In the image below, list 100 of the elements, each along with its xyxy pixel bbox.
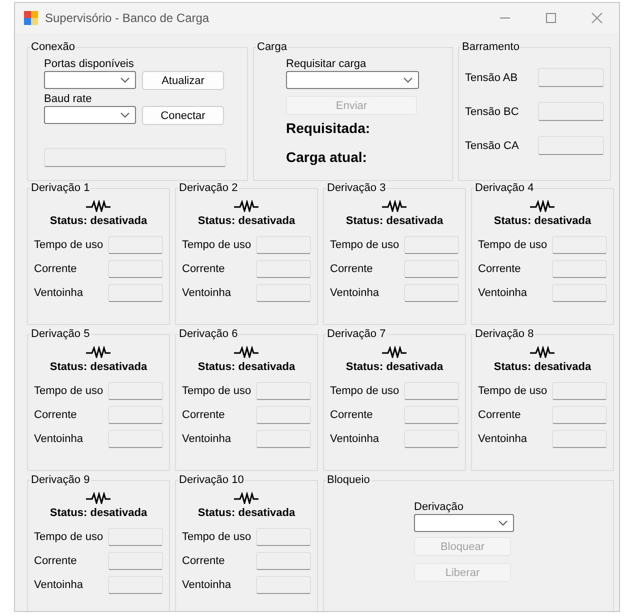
caret-icon [120, 77, 130, 83]
field-label: Tempo de uso [330, 239, 400, 251]
baud-rate-dropdown[interactable] [44, 106, 136, 124]
value-field [552, 260, 607, 278]
value-field [256, 284, 311, 302]
maximize-icon[interactable] [545, 12, 557, 24]
group-title: Conexão [30, 41, 76, 53]
resistor-icon [530, 346, 556, 358]
voltage-label: Tensão CA [465, 140, 519, 152]
value-field [256, 528, 311, 546]
refresh-button[interactable]: Atualizar [142, 71, 224, 90]
status-label: Status: desativada [198, 361, 296, 373]
resistor-icon [86, 200, 112, 212]
value-field [552, 406, 607, 424]
field-label: Requisitar carga [286, 58, 368, 71]
status-label: Status: desativada [346, 215, 444, 227]
group-title: Bloqueio [326, 474, 371, 486]
group-title: Derivação 4 [474, 182, 535, 194]
field-label: Corrente [34, 555, 77, 567]
status-label: Status: desativada [50, 361, 148, 373]
status-label: Status: desativada [50, 507, 148, 519]
value-field [256, 406, 311, 424]
group-title: Derivação 6 [178, 328, 239, 340]
voltage-label: Tensão AB [465, 72, 518, 84]
value-field [404, 430, 459, 448]
group-title: Carga [256, 41, 288, 53]
field-label: Ventoinha [330, 433, 379, 445]
group-title: Derivação 7 [326, 328, 387, 340]
voltage-field [538, 102, 604, 121]
field-label: Tempo de uso [478, 239, 548, 251]
value-field [404, 284, 459, 302]
value-field [404, 406, 459, 424]
field-label: Tempo de uso [34, 385, 104, 397]
caret-icon [403, 77, 413, 83]
requested-label: Requisitada: [286, 120, 372, 137]
field-label: Corrente [330, 409, 373, 421]
field-label: Tempo de uso [330, 385, 400, 397]
field-label: Ventoinha [182, 287, 231, 299]
connect-button[interactable]: Conectar [142, 106, 224, 125]
field-label: Ventoinha [34, 579, 83, 591]
field-label: Tempo de uso [478, 385, 548, 397]
value-field [256, 382, 311, 400]
resistor-icon [234, 492, 260, 504]
field-label: Ventoinha [182, 579, 231, 591]
value-field [552, 236, 607, 254]
value-field [256, 260, 311, 278]
value-field [256, 430, 311, 448]
value-field [404, 260, 459, 278]
field-label: Corrente [34, 409, 77, 421]
field-label: Corrente [182, 263, 225, 275]
value-field [108, 528, 163, 546]
field-label: Tempo de uso [182, 239, 252, 251]
value-field [108, 284, 163, 302]
port-dropdown[interactable] [44, 71, 136, 89]
group-title: Derivação 2 [178, 182, 239, 194]
group-title: Derivação 5 [30, 328, 91, 340]
voltage-field [538, 136, 604, 155]
field-label: Ventoinha [34, 287, 83, 299]
current-load-label: Carga atual: [286, 149, 368, 166]
group-title: Derivação 8 [474, 328, 535, 340]
resistor-icon [234, 346, 260, 358]
group-title: Derivação 3 [326, 182, 387, 194]
value-field [108, 576, 163, 594]
field-label: Ventoinha [478, 433, 527, 445]
value-field [404, 236, 459, 254]
caret-icon [120, 112, 130, 118]
resistor-icon [530, 200, 556, 212]
resistor-icon [382, 200, 408, 212]
group-title: Derivação 9 [30, 474, 91, 486]
field-label: Tempo de uso [34, 531, 104, 543]
resistor-icon [86, 346, 112, 358]
field-label: Tempo de uso [34, 239, 104, 251]
resistor-icon [86, 492, 112, 504]
status-label: Status: desativada [198, 215, 296, 227]
close-icon[interactable] [591, 12, 603, 24]
field-label: Tempo de uso [182, 385, 252, 397]
value-field [256, 552, 311, 570]
value-field [404, 382, 459, 400]
voltage-field [538, 68, 604, 87]
status-label: Status: desativada [50, 215, 148, 227]
field-label: Baud rate [44, 93, 93, 106]
field-label: Corrente [182, 555, 225, 567]
value-field [108, 236, 163, 254]
status-label: Status: desativada [198, 507, 296, 519]
caret-icon [498, 520, 508, 526]
value-field [552, 382, 607, 400]
field-label: Ventoinha [182, 433, 231, 445]
field-label: Corrente [34, 263, 77, 275]
field-label: Ventoinha [34, 433, 83, 445]
value-field [108, 382, 163, 400]
value-field [552, 430, 607, 448]
field-label: Corrente [330, 263, 373, 275]
branch-dropdown[interactable] [414, 514, 514, 532]
field-label: Corrente [478, 263, 521, 275]
voltage-label: Tensão BC [465, 106, 519, 118]
field-label: Ventoinha [478, 287, 527, 299]
load-dropdown[interactable] [286, 71, 419, 89]
status-label: Status: desativada [494, 361, 592, 373]
resistor-icon [234, 200, 260, 212]
window-title: Supervisório - Banco de Carga [45, 11, 210, 25]
